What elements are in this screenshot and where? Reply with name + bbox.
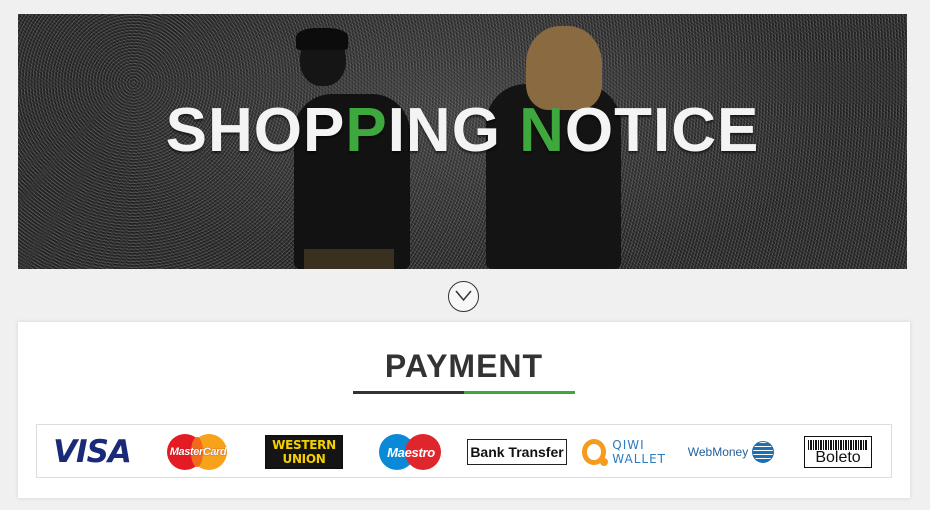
qiwi-icon [582, 439, 609, 466]
western-union-logo: WESTERN UNION [265, 425, 343, 479]
payment-title: PAYMENT [384, 348, 544, 384]
western-union-line-1: WESTERN [272, 438, 336, 452]
qiwi-wallet-logo: QIWI WALLET [582, 425, 666, 479]
payment-title-underline [353, 391, 575, 394]
maestro-logo-text: Maestro [387, 444, 435, 460]
webmoney-logo-text: WebMoney [687, 445, 749, 459]
western-union-line-2: UNION [282, 452, 326, 466]
mastercard-logo-text: MasterCard [169, 446, 227, 458]
shopping-notice-banner: SHOPPING NOTICE [18, 14, 907, 269]
qiwi-line-1: QIWI [612, 438, 645, 452]
qiwi-wallet-text: QIWI WALLET [612, 438, 666, 466]
payment-section: PAYMENT VISA MasterCard WESTERN UNION Ma… [18, 322, 910, 498]
banner-title: SHOPPING NOTICE [18, 96, 907, 166]
banner-title-accent: P [345, 96, 388, 165]
page: SHOPPING NOTICE PAYMENT VISA MasterCard [0, 0, 930, 510]
payment-methods-strip: VISA MasterCard WESTERN UNION Maestro Ba… [36, 424, 892, 478]
boleto-logo-text: Boleto [815, 449, 861, 466]
bank-transfer-logo-text: Bank Transfer [467, 439, 567, 465]
bank-transfer-logo: Bank Transfer [467, 425, 567, 479]
mastercard-logo: MasterCard [167, 425, 229, 479]
chevron-down-icon[interactable] [448, 281, 479, 312]
banner-title-part: SHOP [165, 96, 346, 165]
webmoney-logo: WebMoney [683, 425, 779, 479]
chevron-down-glyph [455, 290, 472, 302]
banner-title-part: ING [387, 96, 520, 165]
banner-title-part: OTICE [564, 96, 760, 165]
boleto-logo: Boleto [803, 425, 873, 479]
western-union-box: WESTERN UNION [265, 435, 343, 469]
underline-dark-segment [353, 391, 464, 394]
boleto-box: Boleto [804, 436, 872, 468]
visa-logo: VISA [47, 425, 137, 479]
qiwi-line-2: WALLET [612, 452, 666, 466]
visa-logo-text: VISA [53, 434, 132, 470]
maestro-logo: Maestro [379, 425, 443, 479]
underline-green-segment [464, 391, 575, 394]
model-figure-left-hat [296, 28, 348, 50]
globe-icon [752, 441, 775, 463]
model-figure-left-legs [304, 249, 394, 269]
banner-title-accent: N [519, 96, 565, 165]
